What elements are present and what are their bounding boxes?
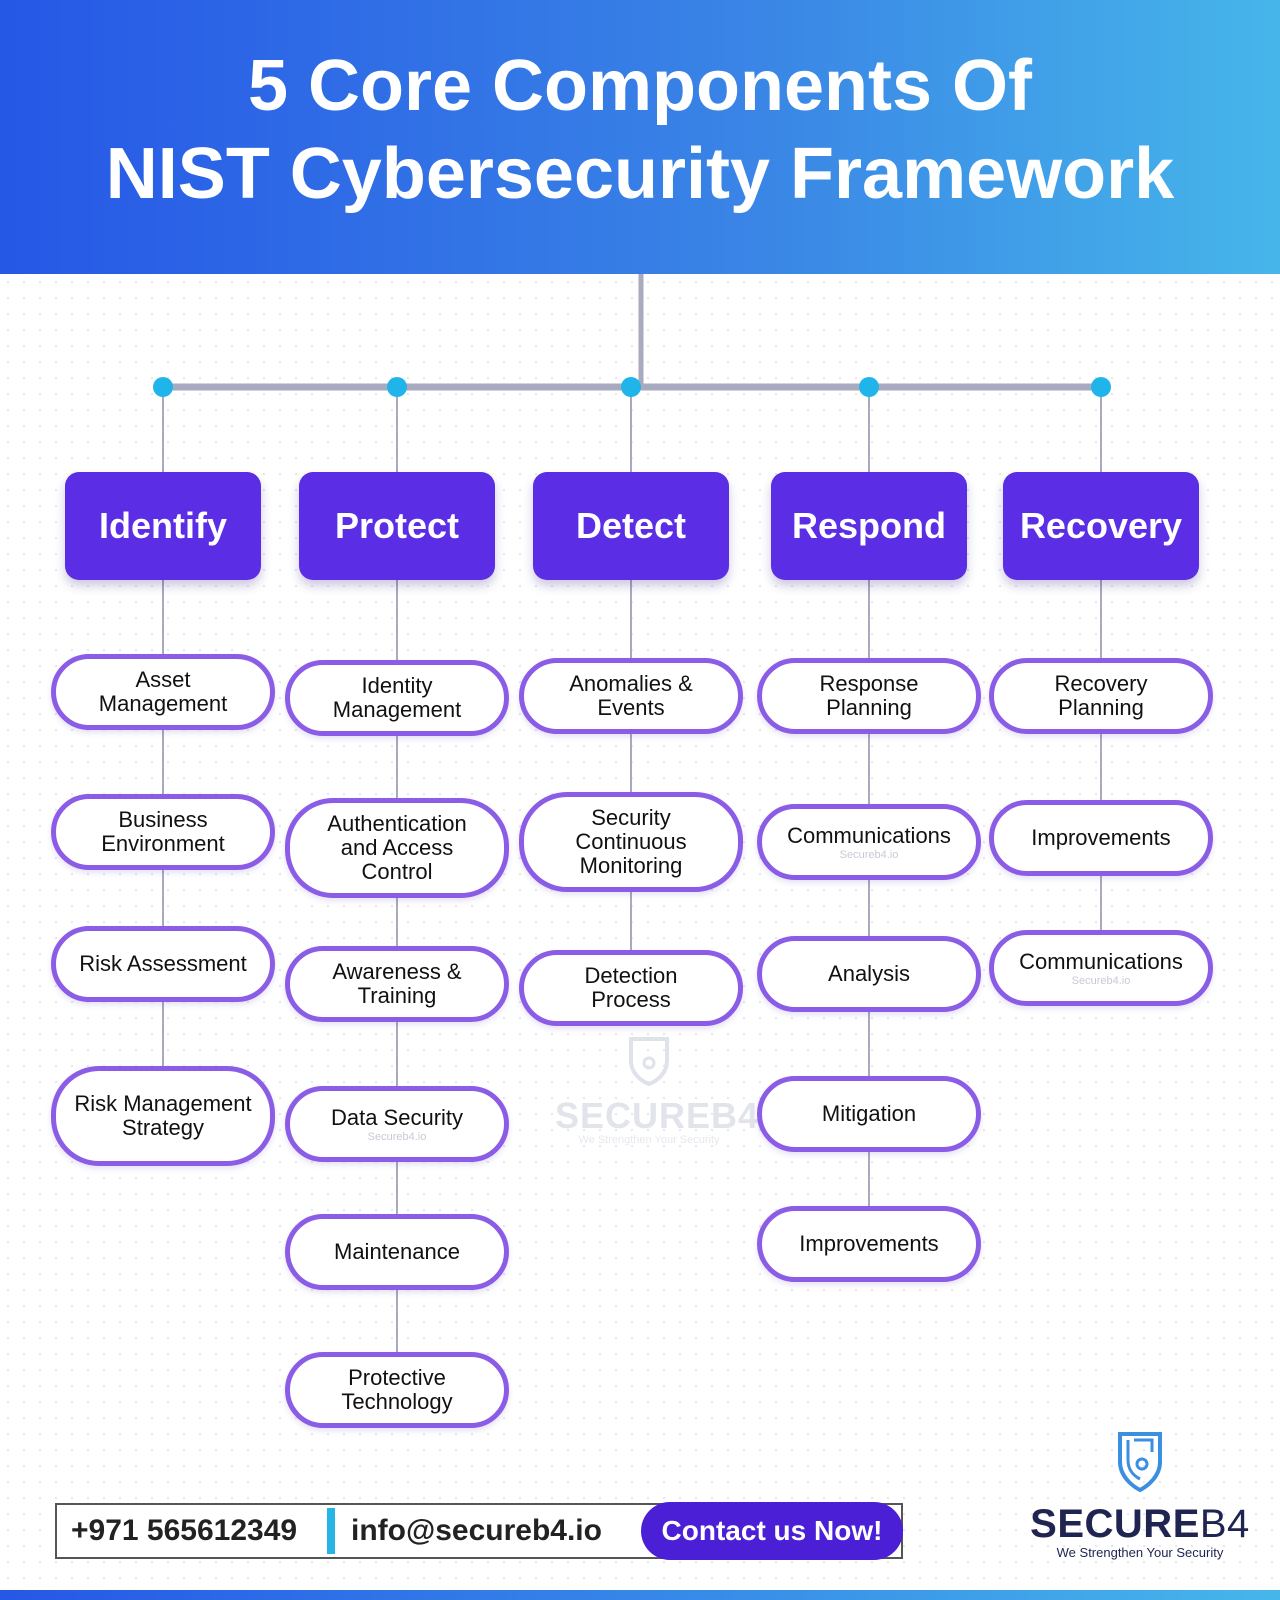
component-pill: Authentication and Access Control bbox=[285, 798, 509, 898]
component-pill: Maintenance bbox=[285, 1214, 509, 1290]
node-dot-detect bbox=[621, 377, 641, 397]
logo-tagline: We Strengthen Your Security bbox=[1056, 1545, 1224, 1560]
component-label: Improvements bbox=[799, 1231, 939, 1256]
category-respond: Respond bbox=[771, 472, 967, 580]
component-pill: Recovery Planning bbox=[989, 658, 1213, 734]
component-pill: Improvements bbox=[757, 1206, 981, 1282]
component-label: Response Planning bbox=[819, 671, 919, 720]
component-label: Data Security bbox=[330, 1104, 464, 1130]
center-watermark: SECUREB4 We Strengthen Your Security bbox=[555, 1035, 760, 1146]
node-dot-protect bbox=[387, 377, 407, 397]
component-pill: Communications Secureb4.io bbox=[989, 930, 1213, 1006]
node-dot-recovery bbox=[1091, 377, 1111, 397]
watermark-brand: SECUREB4 bbox=[555, 1095, 760, 1136]
contact-us-button[interactable]: Contact us Now! bbox=[641, 1502, 903, 1560]
component-pill: Business Environment bbox=[51, 794, 275, 870]
contact-bar: +971 565612349 info@secureb4.io Contact … bbox=[55, 1502, 903, 1560]
brand-logo: SECUREB4 We Strengthen Your Security bbox=[1020, 1430, 1260, 1560]
component-pill: Protective Technology bbox=[285, 1352, 509, 1428]
component-label: Maintenance bbox=[334, 1239, 460, 1264]
component-pill: Risk Assessment bbox=[51, 926, 275, 1002]
phone-number[interactable]: +971 565612349 bbox=[57, 1514, 327, 1548]
category-detect: Detect bbox=[533, 472, 729, 580]
component-pill: Asset Management bbox=[51, 654, 275, 730]
component-pill: Response Planning bbox=[757, 658, 981, 734]
pill-watermark: Secureb4.io bbox=[367, 1130, 427, 1143]
component-label: Anomalies & Events bbox=[569, 671, 693, 720]
category-recovery: Recovery bbox=[1003, 472, 1199, 580]
logo-brand: SECUREB4 bbox=[1030, 1502, 1250, 1546]
component-pill: Communications Secureb4.io bbox=[757, 804, 981, 880]
node-dot-respond bbox=[859, 377, 879, 397]
title-line-1: 5 Core Components Of bbox=[247, 46, 1033, 126]
component-label: Asset Management bbox=[98, 667, 228, 716]
component-label: Communications bbox=[1019, 948, 1183, 974]
component-label: Mitigation bbox=[821, 1101, 917, 1126]
component-label: Security Continuous Monitoring bbox=[575, 805, 687, 878]
component-pill: Awareness & Training bbox=[285, 946, 509, 1022]
component-label: Analysis bbox=[828, 961, 910, 986]
component-label: Awareness & Training bbox=[332, 959, 462, 1008]
component-label: Improvements bbox=[1031, 825, 1171, 850]
title-line-2: NIST Cybersecurity Framework bbox=[105, 134, 1175, 214]
component-label: Protective Technology bbox=[341, 1365, 453, 1414]
component-label: Detection Process bbox=[584, 963, 678, 1012]
bottom-bar bbox=[0, 1590, 1280, 1600]
shield-lock-icon bbox=[1118, 1432, 1162, 1493]
component-label: Risk Assessment bbox=[79, 951, 247, 976]
component-pill: Mitigation bbox=[757, 1076, 981, 1152]
component-pill: Improvements bbox=[989, 800, 1213, 876]
component-pill: Risk Management Strategy bbox=[51, 1066, 275, 1166]
component-pill: Analysis bbox=[757, 936, 981, 1012]
component-label: Communications bbox=[787, 822, 951, 848]
component-label: Recovery Planning bbox=[1054, 671, 1148, 720]
component-label: Business Environment bbox=[101, 807, 225, 856]
category-identify: Identify bbox=[65, 472, 261, 580]
watermark-tagline: We Strengthen Your Security bbox=[578, 1134, 720, 1146]
component-pill: Identity Management bbox=[285, 660, 509, 736]
pill-watermark: Secureb4.io bbox=[1071, 974, 1131, 987]
component-pill: Detection Process bbox=[519, 950, 743, 1026]
email-address[interactable]: info@secureb4.io bbox=[351, 1514, 641, 1548]
component-pill: Security Continuous Monitoring bbox=[519, 792, 743, 892]
component-pill: Data Security Secureb4.io bbox=[285, 1086, 509, 1162]
component-label: Risk Management Strategy bbox=[74, 1091, 252, 1140]
pill-watermark: Secureb4.io bbox=[839, 848, 899, 861]
component-label: Identity Management bbox=[332, 673, 462, 722]
component-pill: Anomalies & Events bbox=[519, 658, 743, 734]
node-dot-identify bbox=[153, 377, 173, 397]
contact-separator bbox=[327, 1508, 335, 1554]
component-label: Authentication and Access Control bbox=[327, 811, 467, 884]
header-banner: 5 Core Components Of NIST Cybersecurity … bbox=[0, 0, 1280, 274]
shield-lock-icon bbox=[629, 1037, 669, 1087]
category-protect: Protect bbox=[299, 472, 495, 580]
